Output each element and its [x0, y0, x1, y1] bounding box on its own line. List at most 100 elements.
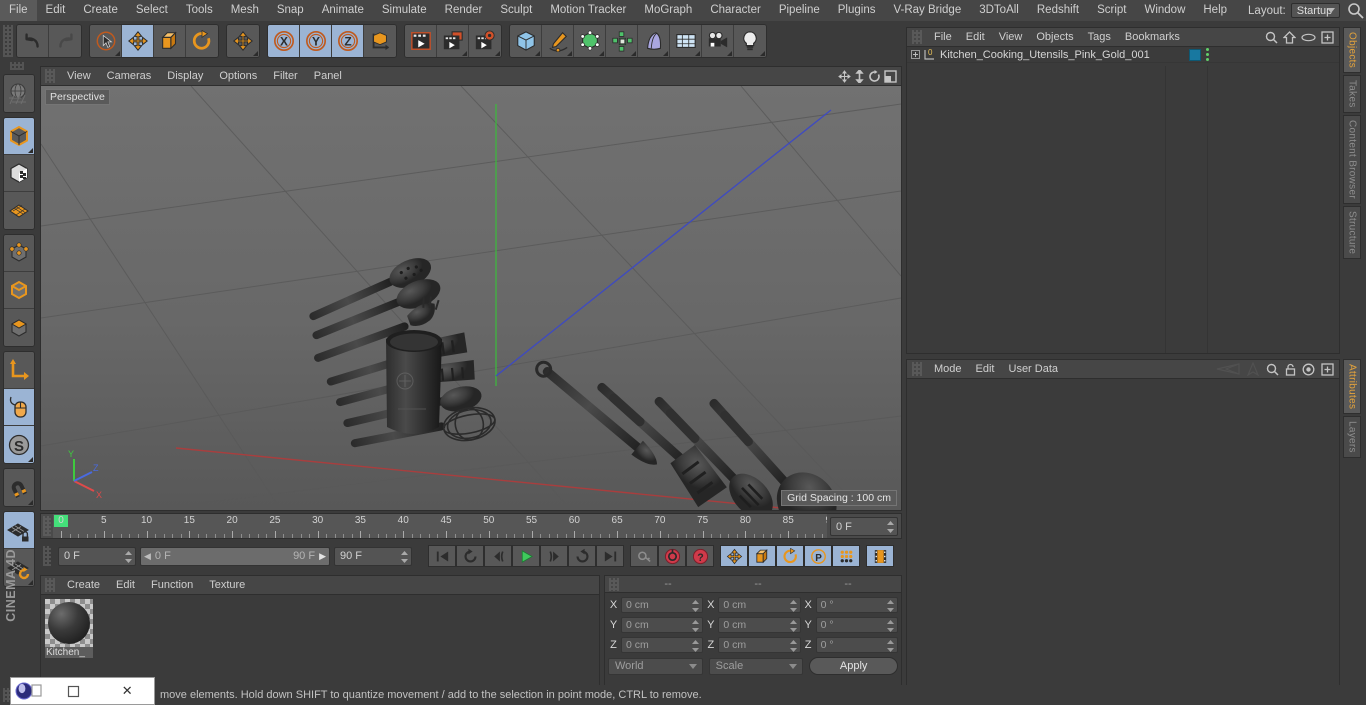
arrow-left-icon[interactable]: [1214, 363, 1240, 375]
add-camera-button[interactable]: [702, 25, 734, 57]
world-object-coords-button[interactable]: [364, 25, 396, 57]
menu-redshift[interactable]: Redshift: [1028, 0, 1088, 21]
attributes-grip[interactable]: [912, 362, 922, 376]
points-mode-button[interactable]: [4, 235, 34, 272]
attributes-menu-mode[interactable]: Mode: [927, 360, 969, 379]
target-icon[interactable]: [1302, 363, 1315, 376]
menu-tools[interactable]: Tools: [177, 0, 222, 21]
workplane-mode-button[interactable]: [4, 192, 34, 229]
record-active-objects-button[interactable]: [630, 545, 658, 567]
point-level-animation-button[interactable]: [832, 545, 860, 567]
object-menu-edit[interactable]: Edit: [959, 28, 992, 47]
menu-character[interactable]: Character: [701, 0, 770, 21]
spinner-icon[interactable]: [886, 640, 894, 652]
spinner-icon[interactable]: [692, 620, 700, 632]
magnet-tool-button[interactable]: [4, 469, 34, 506]
range-prev-arrow-icon[interactable]: ◀: [144, 551, 151, 562]
position-z-field[interactable]: 0 cm: [621, 637, 704, 653]
go-to-previous-frame-button[interactable]: [484, 545, 512, 567]
menu-render[interactable]: Render: [436, 0, 492, 21]
undo-view-tool[interactable]: [4, 75, 34, 112]
menu-script[interactable]: Script: [1088, 0, 1135, 21]
keyframe-selection-button[interactable]: ?: [686, 545, 714, 567]
rotate-view-icon[interactable]: [868, 69, 881, 83]
menu-plugins[interactable]: Plugins: [829, 0, 885, 21]
coord-system-select[interactable]: World: [608, 657, 703, 675]
frame-range-slider[interactable]: ◀ 0 F 90 F ▶: [140, 546, 330, 566]
coordinates-grip[interactable]: [609, 577, 619, 591]
timeline-grip[interactable]: [43, 516, 51, 536]
apply-button[interactable]: Apply: [809, 657, 899, 675]
position-key-button[interactable]: [720, 545, 748, 567]
object-manager-grip[interactable]: [912, 30, 922, 44]
attributes-menu-edit[interactable]: Edit: [969, 360, 1002, 379]
spinner-icon[interactable]: [692, 640, 700, 652]
rotation-y-field[interactable]: 0 °: [815, 617, 898, 633]
viewport-menu-cameras[interactable]: Cameras: [99, 67, 160, 86]
current-frame-field[interactable]: 0 F: [58, 546, 136, 566]
object-menu-bookmarks[interactable]: Bookmarks: [1118, 28, 1187, 47]
lock-z-axis-button[interactable]: Z: [332, 25, 364, 57]
end-frame-field[interactable]: 90 F: [334, 546, 412, 566]
dynamic-place-tool[interactable]: [227, 25, 259, 57]
attributes-content[interactable]: [907, 379, 1339, 686]
material-menu-create[interactable]: Create: [59, 576, 108, 595]
new-layer-icon[interactable]: [1321, 30, 1334, 44]
timeline-ruler[interactable]: 0 5 10 15 20 25 30 35 40 45 50 55 60 65 70 75 80 85 90: [53, 514, 827, 538]
go-to-end-button[interactable]: [596, 545, 624, 567]
rotation-key-button[interactable]: [776, 545, 804, 567]
search-icon[interactable]: [1265, 31, 1278, 44]
material-menu-edit[interactable]: Edit: [108, 576, 143, 595]
add-array-button[interactable]: [606, 25, 638, 57]
menu-v-ray-bridge[interactable]: V-Ray Bridge: [884, 0, 970, 21]
soft-selection-button[interactable]: S: [4, 426, 34, 463]
add-generator-button[interactable]: [574, 25, 606, 57]
undo-button[interactable]: [17, 25, 49, 57]
object-row-kitchen-utensils[interactable]: 0 Kitchen_Cooking_Utensils_Pink_Gold_001: [907, 47, 1339, 63]
spinner-icon[interactable]: [692, 600, 700, 612]
menu-pipeline[interactable]: Pipeline: [770, 0, 829, 21]
object-axis-mode-button[interactable]: [4, 352, 34, 389]
polygons-mode-button[interactable]: [4, 309, 34, 346]
live-selection-tool[interactable]: [90, 25, 122, 57]
expand-toggle-icon[interactable]: [911, 50, 920, 59]
object-menu-objects[interactable]: Objects: [1029, 28, 1080, 47]
texture-tag-icon[interactable]: [1189, 48, 1201, 61]
menu-simulate[interactable]: Simulate: [373, 0, 436, 21]
menu-animate[interactable]: Animate: [313, 0, 373, 21]
close-button[interactable]: ✕: [101, 683, 155, 699]
material-list[interactable]: Kitchen_: [41, 595, 599, 686]
menu-mograph[interactable]: MoGraph: [635, 0, 701, 21]
autokeying-button[interactable]: [658, 545, 686, 567]
position-y-field[interactable]: 0 cm: [621, 617, 704, 633]
texture-mode-button[interactable]: [4, 155, 34, 192]
viewport-menu-options[interactable]: Options: [211, 67, 265, 86]
range-next-arrow-icon[interactable]: ▶: [315, 551, 326, 562]
render-settings-button[interactable]: [469, 25, 501, 57]
go-to-start-button[interactable]: [428, 545, 456, 567]
viewport-grip[interactable]: [45, 69, 55, 83]
add-spline-button[interactable]: [542, 25, 574, 57]
workplane-lock-button[interactable]: [4, 512, 34, 549]
home-icon[interactable]: [1283, 30, 1296, 44]
vtab-content-browser[interactable]: Content Browser: [1343, 114, 1361, 204]
rotate-tool[interactable]: [186, 25, 218, 57]
spinner-icon[interactable]: [125, 550, 132, 563]
minimize-button[interactable]: [47, 685, 101, 698]
perspective-viewport[interactable]: Y X Z Perspective Grid Spacing : 100 cm: [41, 86, 901, 510]
maximize-view-icon[interactable]: [884, 69, 897, 83]
scale-key-button[interactable]: [748, 545, 776, 567]
object-menu-tags[interactable]: Tags: [1081, 28, 1118, 47]
search-icon[interactable]: [1346, 0, 1366, 21]
vtab-structure[interactable]: Structure: [1343, 205, 1361, 259]
menu-help[interactable]: Help: [1194, 0, 1236, 21]
search-icon[interactable]: [1266, 363, 1279, 376]
viewport-menu-view[interactable]: View: [59, 67, 99, 86]
floating-mini-window[interactable]: ✕: [10, 677, 155, 705]
rotation-x-field[interactable]: 0 °: [815, 597, 898, 613]
play-forwards-loop-button[interactable]: [568, 545, 596, 567]
redo-button[interactable]: [49, 25, 81, 57]
menu-window[interactable]: Window: [1135, 0, 1194, 21]
lock-x-axis-button[interactable]: X: [268, 25, 300, 57]
add-light-button[interactable]: [734, 25, 766, 57]
